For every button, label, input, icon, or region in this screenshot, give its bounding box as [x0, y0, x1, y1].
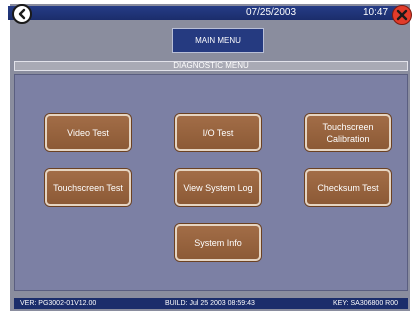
view-system-log-button[interactable]: View System Log: [175, 169, 261, 206]
key-text: KEY: SA306800 R00: [333, 300, 398, 307]
io-test-label: I/O Test: [202, 127, 234, 138]
section-title: DIAGNOSTIC MENU: [14, 61, 408, 71]
date-display: 07/25/2003: [246, 7, 297, 18]
video-test-button[interactable]: Video Test: [45, 114, 131, 151]
top-bar: 07/25/2003 10:47: [8, 6, 398, 20]
touchscreen-calibration-label: Touchscreen Calibration: [322, 121, 374, 144]
checksum-test-label: Checksum Test: [317, 182, 379, 193]
touchscreen-calibration-button[interactable]: Touchscreen Calibration: [305, 114, 391, 151]
system-info-label: System Info: [194, 237, 242, 248]
view-system-log-label: View System Log: [183, 182, 253, 193]
build-text: BUILD: Jul 25 2003 08:59:43: [165, 300, 255, 307]
version-text: VER: PG3002-01V12.00: [20, 300, 97, 307]
close-button[interactable]: [392, 5, 412, 25]
checksum-test-button[interactable]: Checksum Test: [305, 169, 391, 206]
io-test-button[interactable]: I/O Test: [175, 114, 261, 151]
main-menu-button[interactable]: MAIN MENU: [172, 28, 264, 53]
touchscreen-test-button[interactable]: Touchscreen Test: [45, 169, 131, 206]
close-x-icon: [396, 9, 408, 21]
time-display: 10:47: [363, 7, 389, 18]
touchscreen-test-label: Touchscreen Test: [53, 182, 123, 193]
system-info-button[interactable]: System Info: [175, 224, 261, 261]
video-test-label: Video Test: [67, 127, 109, 138]
status-bar: VER: PG3002-01V12.00 BUILD: Jul 25 2003 …: [14, 298, 408, 309]
back-arrow-icon: [18, 8, 26, 20]
back-button[interactable]: [12, 4, 32, 24]
